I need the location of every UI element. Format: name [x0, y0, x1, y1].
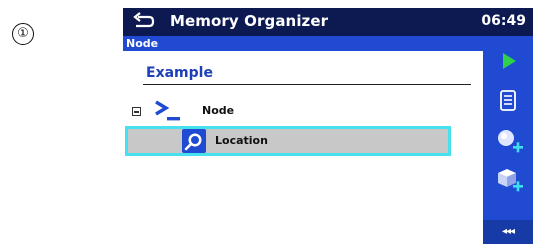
node-icon — [155, 100, 180, 121]
tree-header: Example — [146, 65, 213, 81]
header-divider — [143, 84, 471, 85]
title-bar: Memory Organizer 06:49 — [123, 8, 533, 36]
play-icon — [503, 53, 516, 69]
add-location-button[interactable] — [483, 119, 533, 157]
view-list-button[interactable] — [483, 81, 533, 119]
back-icon[interactable] — [129, 10, 157, 32]
tree-item-label: Node — [202, 104, 235, 117]
step-marker: ① — [12, 23, 34, 45]
collapse-icon[interactable] — [132, 107, 141, 116]
start-test-button[interactable] — [483, 42, 533, 80]
instrument-screen: Memory Organizer 06:49 Node Example Node… — [123, 8, 533, 244]
list-icon — [500, 90, 516, 111]
add-location-icon — [498, 130, 523, 153]
add-object-icon — [498, 169, 523, 192]
tree-item-node[interactable]: Node — [123, 95, 483, 125]
tree-item-label: Location — [215, 134, 268, 147]
tree-view: Example Node Location — [123, 51, 483, 244]
action-sidebar: ◂◂◂ — [483, 36, 533, 244]
more-options-button[interactable]: ◂◂◂ — [483, 220, 533, 244]
tree-item-location[interactable]: Location — [125, 126, 451, 156]
breadcrumb: Node — [123, 36, 483, 51]
app-title: Memory Organizer — [170, 12, 329, 30]
add-object-button[interactable] — [483, 158, 533, 196]
clock: 06:49 — [481, 13, 526, 29]
location-icon — [182, 129, 206, 153]
